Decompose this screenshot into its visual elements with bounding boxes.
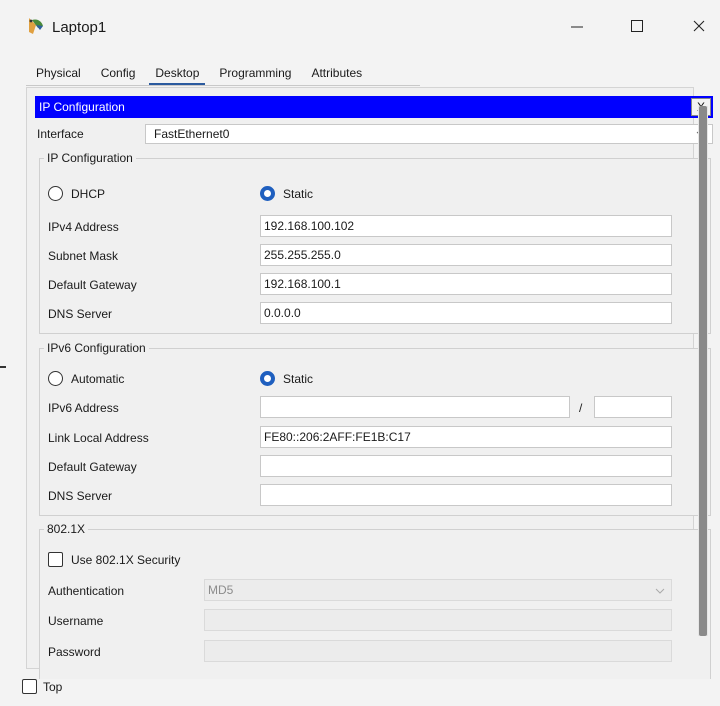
automatic-label: Automatic: [71, 371, 125, 386]
default-gateway-input[interactable]: 192.168.100.1: [260, 273, 672, 295]
ipv6-prefix-input[interactable]: [594, 396, 672, 418]
ip-configuration-panel: IP Configuration X Interface FastEtherne…: [26, 87, 713, 679]
use-8021x-checkbox[interactable]: Use 802.1X Security: [48, 552, 180, 567]
minimize-button[interactable]: [562, 14, 592, 38]
tab-bar: Physical Config Desktop Programming Attr…: [26, 60, 372, 86]
dot1x-group-label: 802.1X: [44, 522, 89, 536]
dhcp-radio[interactable]: DHCP: [48, 186, 105, 201]
default-gateway-label: Default Gateway: [48, 278, 137, 292]
chevron-down-icon: [655, 588, 665, 594]
automatic-radio[interactable]: Automatic: [48, 371, 124, 386]
username-input[interactable]: [204, 609, 672, 631]
ipv6-static-radio-circle: [260, 371, 275, 386]
ipv6-group: IPv6 Configuration Automatic Static IPv6…: [39, 341, 711, 516]
tab-physical[interactable]: Physical: [26, 60, 91, 84]
subnet-mask-label: Subnet Mask: [48, 249, 119, 263]
ipv6-group-label: IPv6 Configuration: [44, 341, 149, 355]
ipv6-dns-server-input[interactable]: [260, 484, 672, 506]
authentication-value: MD5: [208, 583, 234, 597]
static-radio[interactable]: Static: [260, 186, 313, 201]
prefix-separator: /: [579, 401, 583, 415]
ipv4-address-label: IPv4 Address: [48, 220, 119, 234]
interface-label: Interface: [37, 127, 84, 141]
top-check-box: [22, 679, 37, 694]
dhcp-radio-circle: [48, 186, 63, 201]
tab-desktop[interactable]: Desktop: [145, 60, 209, 86]
tab-divider: [26, 85, 420, 86]
tab-programming[interactable]: Programming: [209, 60, 301, 84]
ipv4-address-input[interactable]: 192.168.100.102: [260, 215, 672, 237]
interface-value: FastEthernet0: [154, 127, 230, 141]
close-icon: [693, 20, 705, 32]
authentication-select[interactable]: MD5: [204, 579, 672, 601]
vertical-scrollbar[interactable]: [698, 106, 708, 636]
static-label: Static: [283, 186, 314, 201]
ipv6-address-input[interactable]: [260, 396, 570, 418]
tab-attributes[interactable]: Attributes: [301, 60, 372, 84]
close-window-button[interactable]: [684, 14, 714, 38]
dot1x-group: 802.1X Use 802.1X Security Authenticatio…: [39, 522, 711, 679]
automatic-radio-circle: [48, 371, 63, 386]
ipv4-group-label: IP Configuration: [44, 151, 136, 165]
dhcp-label: DHCP: [71, 186, 106, 201]
password-input[interactable]: [204, 640, 672, 662]
ipv6-dns-server-label: DNS Server: [48, 489, 113, 503]
maximize-icon: [631, 20, 643, 32]
password-label: Password: [48, 645, 101, 659]
ipv6-address-label: IPv6 Address: [48, 401, 119, 415]
static-radio-circle: [260, 186, 275, 201]
interface-row: Interface FastEthernet0: [35, 124, 713, 144]
use-8021x-check-box: [48, 552, 63, 567]
top-checkbox[interactable]: Top: [22, 679, 62, 694]
laptop-app-icon: [29, 18, 43, 34]
ipv6-static-radio[interactable]: Static: [260, 371, 313, 386]
interface-select[interactable]: FastEthernet0: [145, 124, 713, 144]
dns-server-label: DNS Server: [48, 307, 113, 321]
panel-header: IP Configuration X: [35, 96, 713, 118]
authentication-label: Authentication: [48, 584, 125, 598]
dns-server-input[interactable]: 0.0.0.0: [260, 302, 672, 324]
scrollbar-thumb[interactable]: [699, 106, 707, 636]
app-window: Laptop1 Physical Config Desktop Programm…: [0, 0, 720, 706]
title-bar: Laptop1: [0, 0, 720, 52]
maximize-button[interactable]: [622, 14, 652, 38]
link-local-address-input[interactable]: FE80::206:2AFF:FE1B:C17: [260, 426, 672, 448]
ipv6-static-label: Static: [283, 371, 314, 386]
window-title: Laptop1: [52, 19, 107, 36]
panel-title: IP Configuration: [39, 100, 125, 114]
minimize-icon: [571, 26, 583, 28]
tab-config[interactable]: Config: [91, 60, 146, 84]
username-label: Username: [48, 614, 104, 628]
subnet-mask-input[interactable]: 255.255.255.0: [260, 244, 672, 266]
background-tick: [0, 366, 6, 368]
use-8021x-label: Use 802.1X Security: [71, 552, 181, 567]
top-label: Top: [43, 679, 63, 694]
ipv6-default-gateway-label: Default Gateway: [48, 460, 137, 474]
link-local-address-label: Link Local Address: [48, 431, 149, 445]
ipv6-default-gateway-input[interactable]: [260, 455, 672, 477]
ipv4-group: IP Configuration DHCP Static IPv4 Addres…: [39, 151, 711, 334]
